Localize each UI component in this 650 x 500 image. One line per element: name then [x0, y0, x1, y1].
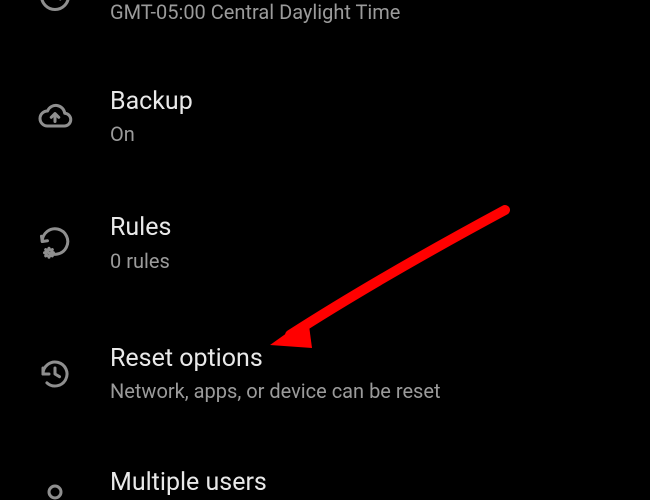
settings-item-reset-options[interactable]: Reset options Network, apps, or device c… — [0, 299, 650, 429]
clock-icon — [0, 0, 110, 14]
settings-item-rules[interactable]: Rules 0 rules — [0, 172, 650, 298]
rules-icon — [0, 225, 110, 261]
settings-item-subtitle: Network, apps, or device can be reset — [110, 378, 650, 405]
settings-item-multiple-users[interactable]: Multiple users Signed in as Cameron — [0, 429, 650, 500]
settings-item-title: Multiple users — [110, 467, 650, 498]
settings-item-subtitle: GMT-05:00 Central Daylight Time — [110, 0, 650, 24]
settings-item-title: Backup — [110, 86, 650, 117]
settings-item-title: Reset options — [110, 343, 650, 374]
cloud-upload-icon — [0, 99, 110, 135]
person-icon — [0, 480, 110, 500]
settings-item-subtitle: On — [110, 121, 650, 148]
settings-item-title: Rules — [110, 212, 650, 243]
history-icon — [0, 356, 110, 392]
settings-list: GMT-05:00 Central Daylight Time Backup O… — [0, 0, 650, 500]
settings-item-backup[interactable]: Backup On — [0, 42, 650, 172]
settings-item-datetime[interactable]: GMT-05:00 Central Daylight Time — [0, 0, 650, 42]
settings-item-subtitle: 0 rules — [110, 248, 650, 275]
